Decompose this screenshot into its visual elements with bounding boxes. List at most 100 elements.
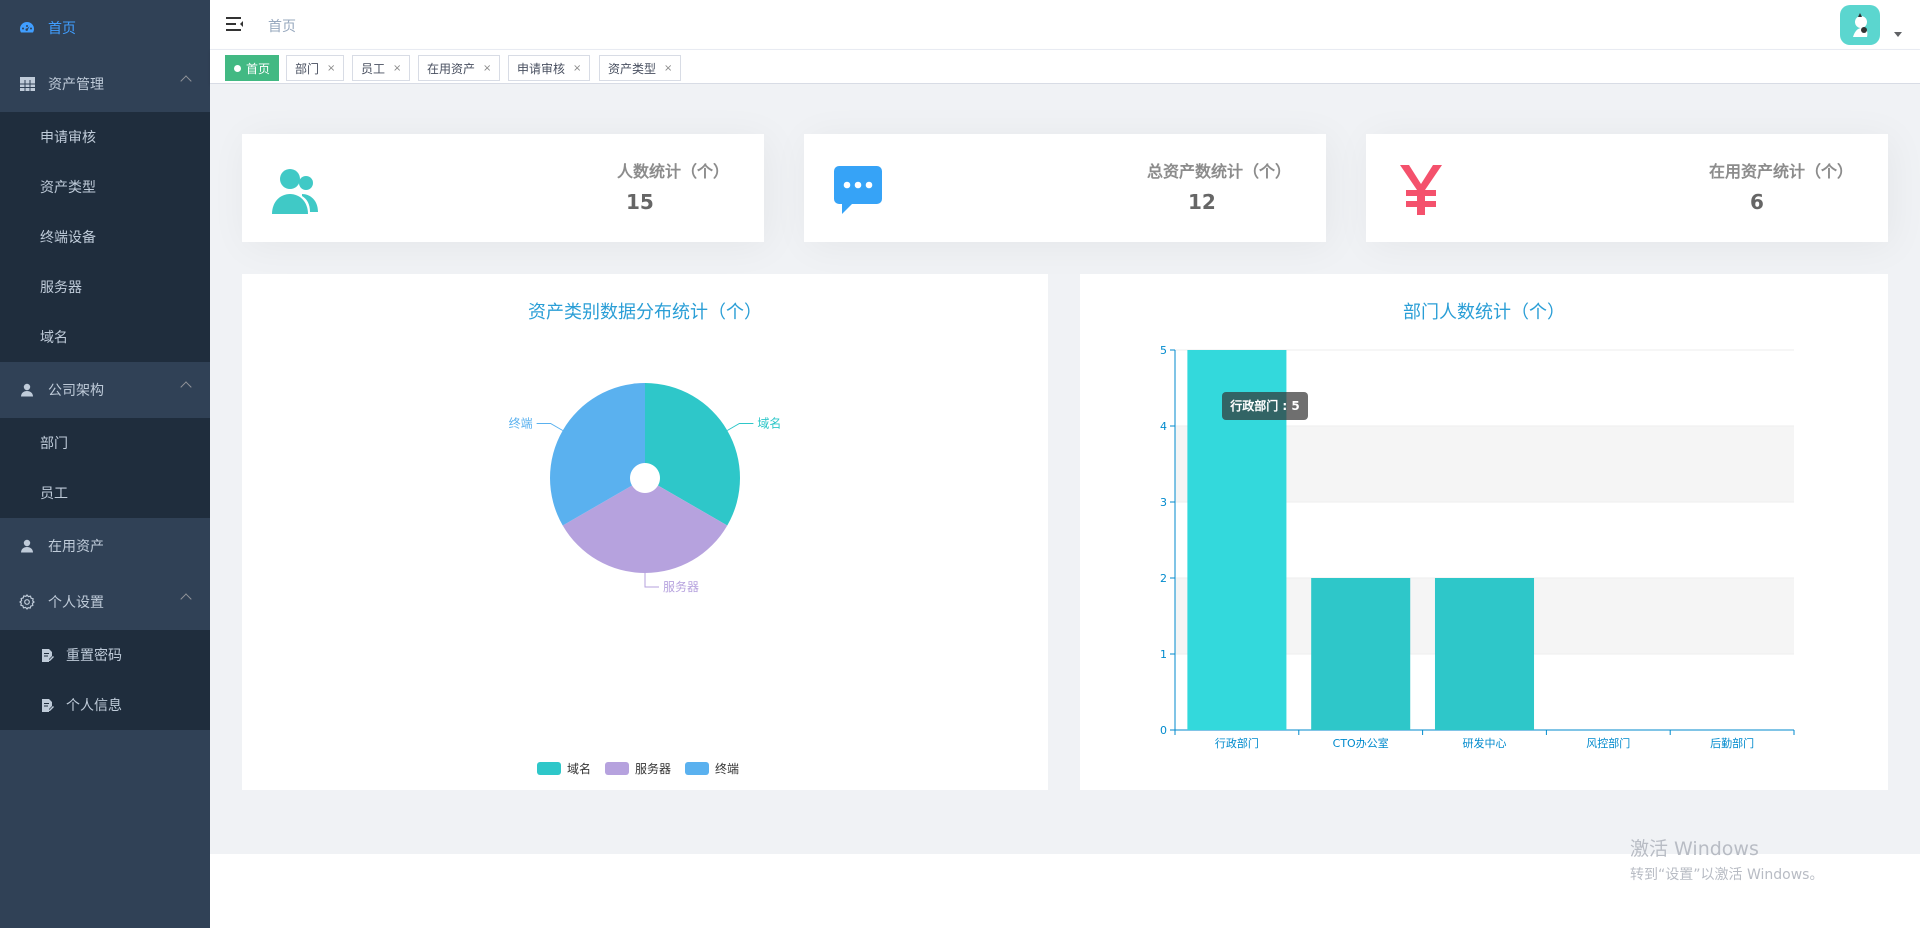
- sidebar-item-asset-type[interactable]: 资产类型: [0, 162, 210, 212]
- user-icon: [18, 537, 36, 555]
- pie-label: 终端: [509, 416, 533, 431]
- close-icon[interactable]: ×: [483, 63, 491, 74]
- stat-card-people[interactable]: 人数统计（个） 15: [242, 134, 764, 242]
- x-tick-label: 研发中心: [1463, 736, 1507, 750]
- legend-label[interactable]: 服务器: [635, 761, 671, 776]
- close-icon[interactable]: ×: [573, 63, 581, 74]
- y-tick-label: 5: [1160, 344, 1167, 357]
- tag-label: 申请审核: [517, 61, 566, 76]
- chart-tooltip: 行政部门 : 5: [1222, 392, 1308, 420]
- sidebar-item-label: 资产管理: [48, 77, 104, 93]
- tag-label: 部门: [295, 61, 320, 76]
- watermark-line1: 激活 Windows: [1630, 838, 1759, 860]
- main-content: 人数统计（个） 15 总资产数统计（个） 12 在用资产统计（个） 6 资产类别…: [210, 84, 1920, 854]
- users-icon: [270, 162, 324, 216]
- sidebar-item-label: 部门: [40, 436, 68, 452]
- sidebar-item-label: 申请审核: [40, 130, 96, 146]
- sidebar-item-in-use-assets[interactable]: 在用资产: [0, 518, 210, 574]
- personal-submenu: 重置密码 个人信息: [0, 630, 210, 730]
- legend-label[interactable]: 终端: [715, 761, 739, 776]
- avatar[interactable]: [1840, 5, 1880, 45]
- sidebar-item-asset-management[interactable]: 资产管理: [0, 56, 210, 112]
- gear-icon: [18, 593, 36, 611]
- windows-activation-watermark: 激活 Windows 转到“设置”以激活 Windows。: [1630, 834, 1823, 884]
- bar-chart[interactable]: 0 1 2 3 4 5 行政部门 CTO办公室 研发中心 风控部门 后勤部门 行政部门 : 5: [1080, 274, 1888, 790]
- tooltip-text: 行政部门 : 5: [1229, 398, 1300, 413]
- app-root: 首页 资产管理 申请审核 资产类型 终端设备 服务器 域名 公司架构 部门 员工: [0, 0, 1920, 928]
- chevron-up-icon: [180, 381, 192, 393]
- stat-card-in-use-assets[interactable]: 在用资产统计（个） 6: [1366, 134, 1888, 242]
- sidebar-item-department[interactable]: 部门: [0, 418, 210, 468]
- tag-in-use-assets[interactable]: 在用资产 ×: [418, 55, 501, 81]
- tag-department[interactable]: 部门 ×: [286, 55, 345, 81]
- sidebar-item-personal-settings[interactable]: 个人设置: [0, 574, 210, 630]
- sidebar-item-label: 首页: [48, 21, 76, 37]
- sidebar-item-label: 个人信息: [66, 698, 122, 714]
- legend-swatch[interactable]: [537, 762, 561, 775]
- tag-asset-type[interactable]: 资产类型 ×: [599, 55, 682, 81]
- sidebar-item-server[interactable]: 服务器: [0, 262, 210, 312]
- sidebar-item-label: 服务器: [40, 280, 82, 296]
- bar[interactable]: [1311, 578, 1411, 730]
- tags-view: 首页 部门 × 员工 × 在用资产 × 申请审核 × 资产类型 ×: [210, 50, 1920, 84]
- legend-label[interactable]: 域名: [567, 761, 591, 776]
- dashboard-icon: [18, 19, 36, 37]
- sidebar-item-home[interactable]: 首页: [0, 0, 210, 56]
- x-tick-label: CTO办公室: [1333, 736, 1389, 750]
- x-tick-label: 行政部门: [1215, 736, 1259, 750]
- sidebar-item-terminal[interactable]: 终端设备: [0, 212, 210, 262]
- close-icon[interactable]: ×: [327, 63, 335, 74]
- chevron-up-icon: [180, 593, 192, 605]
- x-tick-label: 后勤部门: [1710, 736, 1754, 750]
- close-icon[interactable]: ×: [393, 63, 401, 74]
- asset-submenu: 申请审核 资产类型 终端设备 服务器 域名: [0, 112, 210, 362]
- yen-icon: [1394, 162, 1448, 216]
- sidebar-item-domain[interactable]: 域名: [0, 312, 210, 362]
- pie-label-line: [536, 423, 563, 431]
- tag-apply-review[interactable]: 申请审核 ×: [508, 55, 591, 81]
- stat-value: 6: [1750, 190, 1764, 214]
- pie-chart[interactable]: 域名服务器终端域名 服务器 终端: [242, 274, 1048, 790]
- stat-label: 人数统计（个）: [616, 162, 729, 181]
- edit-document-icon: [40, 698, 54, 712]
- tag-label: 首页: [246, 61, 271, 76]
- stat-label: 在用资产统计（个）: [1708, 162, 1853, 181]
- close-icon[interactable]: ×: [664, 63, 672, 74]
- stat-label: 总资产数统计（个）: [1146, 162, 1291, 181]
- legend-swatch[interactable]: [685, 762, 709, 775]
- sidebar-item-reset-password[interactable]: 重置密码: [0, 630, 210, 680]
- sidebar-item-company[interactable]: 公司架构: [0, 362, 210, 418]
- sidebar-item-employee[interactable]: 员工: [0, 468, 210, 518]
- sidebar-item-label: 域名: [40, 330, 68, 346]
- tag-label: 资产类型: [608, 61, 657, 76]
- active-dot-icon: [234, 64, 241, 72]
- stat-value: 12: [1188, 190, 1216, 214]
- tag-home[interactable]: 首页: [225, 55, 280, 81]
- breadcrumb: 首页: [268, 19, 296, 35]
- chevron-up-icon: [180, 75, 192, 87]
- sidebar-item-apply-review[interactable]: 申请审核: [0, 112, 210, 162]
- y-tick-label: 4: [1160, 420, 1167, 433]
- pie-chart-panel: 资产类别数据分布统计（个） 域名 服务器 终端 域名 服务器 终端: [242, 274, 1048, 790]
- pie-label: 服务器: [663, 579, 699, 594]
- pie-label-line: [644, 573, 659, 588]
- legend-swatch[interactable]: [605, 762, 629, 775]
- tag-employee[interactable]: 员工 ×: [352, 55, 411, 81]
- caret-down-icon[interactable]: [1894, 32, 1902, 37]
- stat-value: 15: [626, 190, 654, 214]
- bar-chart-panel: 部门人数统计（个） 0 1 2 3 4 5 行政部门 CTO办公室 研发中心 风控部门 后勤部门 行政…: [1080, 274, 1888, 790]
- user-icon: [18, 381, 36, 399]
- stat-card-total-assets[interactable]: 总资产数统计（个） 12: [804, 134, 1326, 242]
- sidebar-item-label: 终端设备: [40, 230, 96, 246]
- y-tick-label: 1: [1160, 648, 1167, 661]
- watermark-line2: 转到“设置”以激活 Windows。: [1630, 867, 1824, 883]
- hamburger-icon[interactable]: [226, 16, 244, 32]
- y-tick-label: 2: [1160, 572, 1167, 585]
- bar[interactable]: [1434, 578, 1535, 730]
- message-icon: [832, 162, 886, 216]
- sidebar-item-label: 重置密码: [66, 648, 122, 664]
- sidebar-item-personal-info[interactable]: 个人信息: [0, 680, 210, 730]
- navbar: 首页: [210, 0, 1920, 50]
- tag-label: 在用资产: [427, 61, 476, 76]
- sidebar-item-label: 在用资产: [48, 539, 104, 555]
